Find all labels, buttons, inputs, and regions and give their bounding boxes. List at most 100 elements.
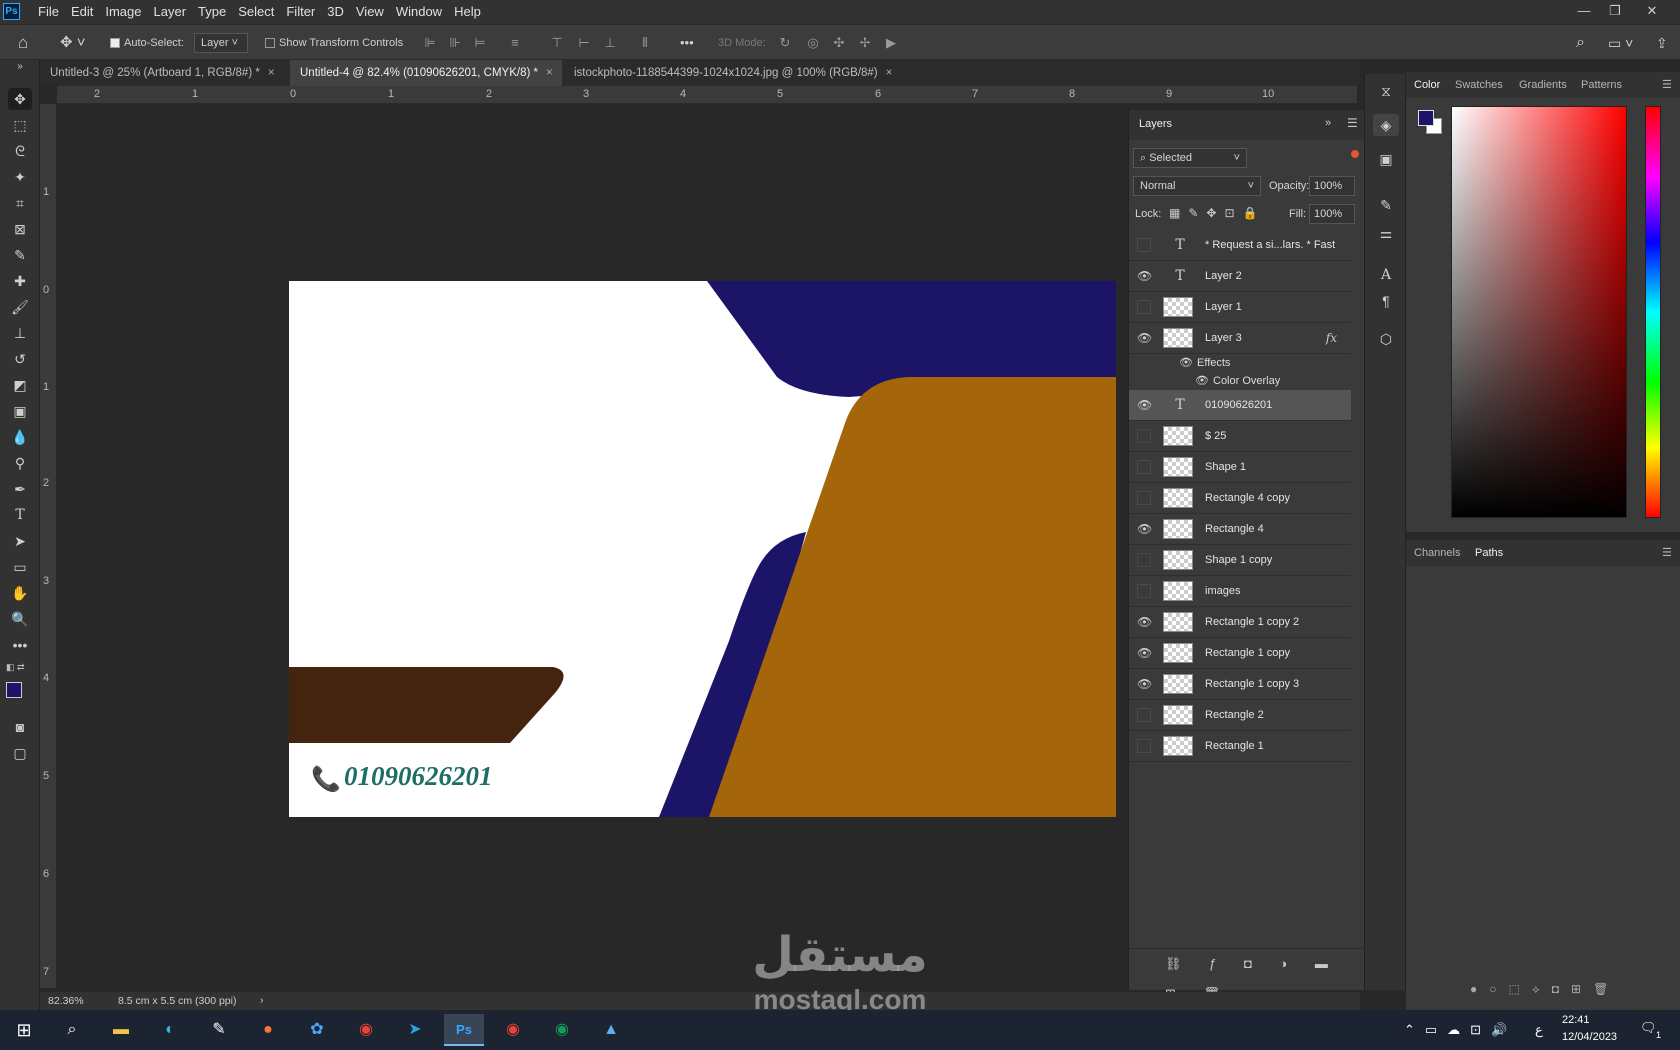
brush-tool-icon[interactable]: 🖌 [8, 296, 32, 318]
eyedropper-tool-icon[interactable]: ✎ [8, 244, 32, 266]
menu-edit[interactable]: Edit [65, 0, 99, 24]
pen-tool-icon[interactable]: ✒ [8, 478, 32, 500]
layer-row[interactable]: $ 25 [1129, 421, 1351, 452]
rectangle-tool-icon[interactable]: ▭ [8, 556, 32, 578]
tab-patterns[interactable]: Patterns [1581, 72, 1622, 98]
layer-row[interactable]: 👁 Rectangle 1 copy 2 [1129, 607, 1351, 638]
chrome-icon[interactable]: ◉ [346, 1014, 386, 1046]
history-brush-tool-icon[interactable]: ↺ [8, 348, 32, 370]
share-icon[interactable]: ⇪ [1656, 25, 1668, 61]
menu-file[interactable]: File [32, 0, 65, 24]
history-icon[interactable]: ⧖ [1373, 80, 1399, 102]
search-icon[interactable]: ⌕ [52, 1014, 92, 1046]
blur-tool-icon[interactable]: 💧 [8, 426, 32, 448]
dodge-tool-icon[interactable]: ⚲ [8, 452, 32, 474]
layer-row[interactable]: Shape 1 [1129, 452, 1351, 483]
layer-row[interactable]: T * Request a si...lars. * Fast [1129, 230, 1351, 261]
panel-menu-icon[interactable]: ☰ [1347, 116, 1358, 130]
eye-icon[interactable]: 👁 [1137, 522, 1152, 536]
tab-color[interactable]: Color [1414, 72, 1440, 98]
menu-type[interactable]: Type [192, 0, 232, 24]
fx-icon[interactable]: fx [1326, 331, 1337, 345]
layer-row[interactable]: 👁 T 01090626201 [1129, 390, 1351, 421]
eye-icon[interactable]: 👁 [1137, 398, 1152, 412]
path-selection-tool-icon[interactable]: ➤ [8, 530, 32, 552]
workspace-icon[interactable]: ▭ ˅ [1608, 25, 1633, 61]
layers-footer-buttons[interactable]: ⛓ ƒ ◘ ◑ ▬ ⊞ 🗑 [1129, 948, 1365, 1001]
panel-menu-icon[interactable]: ☰ [1662, 72, 1672, 98]
layer-row[interactable]: images [1129, 576, 1351, 607]
visibility-toggle[interactable] [1137, 238, 1151, 252]
visibility-toggle[interactable] [1137, 491, 1151, 505]
layers-panel-title[interactable]: Layers [1139, 118, 1172, 130]
character-icon[interactable]: A [1373, 264, 1399, 286]
photoshop-taskbar-icon[interactable]: Ps [444, 1014, 484, 1046]
magic-wand-tool-icon[interactable]: ✦ [8, 166, 32, 188]
horizontal-ruler[interactable]: 2 1 0 1 2 3 4 5 6 7 8 9 10 [57, 86, 1357, 104]
visibility-toggle[interactable] [1137, 708, 1151, 722]
tab-untitled-4[interactable]: Untitled-4 @ 82.4% (01090626201, CMYK/8)… [290, 60, 562, 86]
layer-row[interactable]: Rectangle 2 [1129, 700, 1351, 731]
clone-stamp-tool-icon[interactable]: ⊥ [8, 322, 32, 344]
tab-istockphoto[interactable]: istockphoto-1188544399-1024x1024.jpg @ 1… [564, 60, 944, 86]
eye-icon[interactable]: 👁 [1137, 615, 1152, 629]
tab-paths[interactable]: Paths [1475, 540, 1503, 566]
media-app-icon[interactable]: ✿ [297, 1014, 337, 1046]
file-explorer-icon[interactable]: ▬ [101, 1014, 141, 1046]
notifications-icon[interactable]: 🗨 [1640, 1020, 1657, 1036]
gradient-tool-icon[interactable]: ▣ [8, 400, 32, 422]
healing-brush-tool-icon[interactable]: ✚ [8, 270, 32, 292]
opacity-field[interactable]: 100% [1309, 176, 1355, 196]
collapse-toolbar-icon[interactable]: » [8, 60, 32, 74]
hue-slider[interactable] [1645, 106, 1661, 518]
close-button[interactable]: ✕ [1638, 0, 1666, 24]
layer-row[interactable]: Layer 1 [1129, 292, 1351, 323]
brushes-icon[interactable]: ✎ [1373, 194, 1399, 216]
layer-row[interactable]: 👁 Rectangle 1 copy 3 [1129, 669, 1351, 700]
auto-select-dropdown[interactable]: Layer ˅ [194, 33, 248, 53]
home-icon[interactable]: ⌂ [18, 25, 28, 61]
align-center-icon[interactable]: ⊪ [448, 35, 462, 51]
align-left-icon[interactable]: ⊫ [423, 35, 437, 51]
fg-color-swatch[interactable] [1418, 110, 1434, 126]
minimize-button[interactable]: — [1570, 0, 1598, 24]
clock-time[interactable]: 22:41 [1562, 1014, 1590, 1026]
edge-icon[interactable]: ◐ [150, 1014, 190, 1046]
foreground-color-swatch[interactable] [6, 682, 22, 698]
clock-date[interactable]: 12/04/2023 [1562, 1031, 1617, 1043]
more-options-button[interactable]: ••• [680, 25, 694, 61]
menu-window[interactable]: Window [390, 0, 448, 24]
type-tool-icon[interactable]: T [8, 504, 32, 526]
layer-row[interactable]: 👁 Layer 3 fx [1129, 323, 1351, 354]
tab-gradients[interactable]: Gradients [1519, 72, 1567, 98]
visibility-toggle[interactable] [1137, 460, 1151, 474]
layers-icon[interactable]: ◈ [1373, 114, 1399, 136]
visibility-toggle[interactable] [1137, 300, 1151, 314]
chrome-profile-icon[interactable]: ◉ [493, 1014, 533, 1046]
move-tool-preset-icon[interactable]: ✥ ˅ [60, 25, 86, 61]
align-bottom-icon[interactable]: ⊥ [603, 35, 617, 51]
edit-toolbar-icon[interactable]: ••• [8, 634, 32, 656]
layer-row[interactable]: Rectangle 4 copy [1129, 483, 1351, 514]
menu-filter[interactable]: Filter [280, 0, 321, 24]
tab-channels[interactable]: Channels [1414, 540, 1460, 566]
close-tab-icon[interactable]: × [546, 67, 553, 79]
menu-select[interactable]: Select [232, 0, 280, 24]
adjustments-icon[interactable]: ⚌ [1373, 222, 1399, 244]
vertical-ruler[interactable]: 1 0 1 2 3 4 5 6 7 [40, 104, 57, 988]
distribute-vertical-icon[interactable]: ⫴ [638, 35, 652, 51]
3d-cube-icon[interactable]: ⬡ [1373, 328, 1399, 350]
hand-tool-icon[interactable]: ✋ [8, 582, 32, 604]
paragraph-icon[interactable]: ¶ [1373, 290, 1399, 312]
photos-icon[interactable]: ▲ [591, 1014, 631, 1046]
frame-tool-icon[interactable]: ⊠ [8, 218, 32, 240]
menu-help[interactable]: Help [448, 0, 487, 24]
align-middle-icon[interactable]: ⊢ [577, 35, 591, 51]
menu-3d[interactable]: 3D [321, 0, 350, 24]
tray-icons[interactable]: ⌃▭☁⊡🔊 [1404, 1022, 1517, 1038]
eye-icon[interactable]: 👁 [1195, 374, 1209, 387]
eye-icon[interactable]: 👁 [1137, 646, 1152, 660]
layer-row[interactable]: 👁 Rectangle 4 [1129, 514, 1351, 545]
visibility-toggle[interactable] [1137, 739, 1151, 753]
menu-view[interactable]: View [350, 0, 390, 24]
